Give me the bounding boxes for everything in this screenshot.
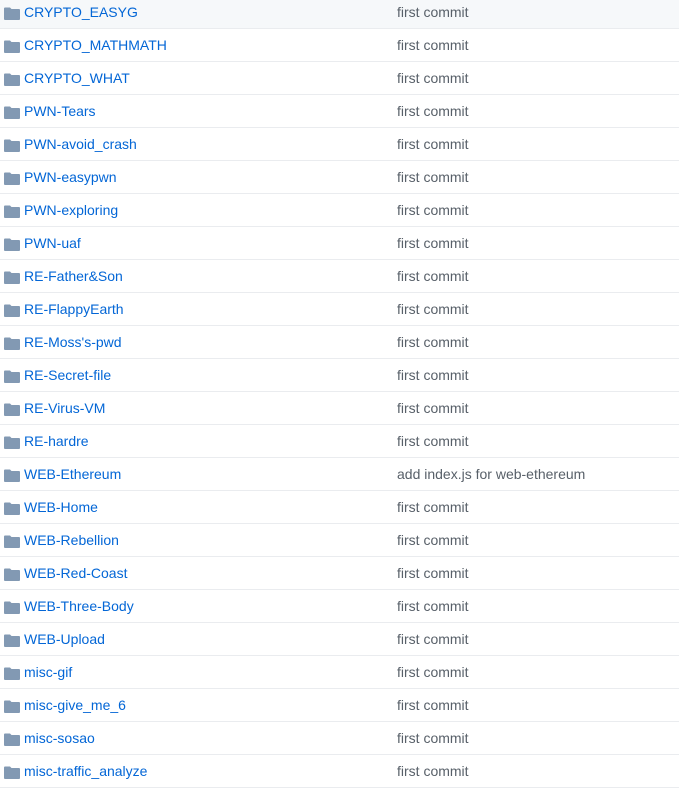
folder-icon — [4, 568, 20, 581]
folder-link[interactable]: WEB-Three-Body — [24, 598, 134, 614]
folder-link[interactable]: PWN-Tears — [24, 103, 96, 119]
file-row[interactable]: RE-hardre first commit — [0, 425, 679, 458]
folder-icon — [4, 370, 20, 383]
folder-link[interactable]: CRYPTO_WHAT — [24, 70, 130, 86]
folder-link[interactable]: misc-give_me_6 — [24, 697, 126, 713]
file-row[interactable]: WEB-Rebellion first commit — [0, 524, 679, 557]
commit-message-link[interactable]: first commit — [397, 334, 469, 350]
commit-message-link[interactable]: first commit — [397, 532, 469, 548]
folder-link[interactable]: WEB-Home — [24, 499, 98, 515]
folder-link[interactable]: PWN-avoid_crash — [24, 136, 137, 152]
folder-icon — [4, 766, 20, 779]
folder-icon — [4, 304, 20, 317]
commit-message-link[interactable]: first commit — [397, 631, 469, 647]
folder-link[interactable]: RE-Virus-VM — [24, 400, 105, 416]
file-row[interactable]: RE-Secret-file first commit — [0, 359, 679, 392]
folder-link[interactable]: misc-sosao — [24, 730, 95, 746]
file-row[interactable]: RE-Virus-VM first commit — [0, 392, 679, 425]
file-row[interactable]: RE-Moss's-pwd first commit — [0, 326, 679, 359]
commit-message-link[interactable]: first commit — [397, 202, 469, 218]
commit-message-link[interactable]: first commit — [397, 664, 469, 680]
folder-link[interactable]: WEB-Red-Coast — [24, 565, 127, 581]
file-row[interactable]: misc-traffic_analyze first commit — [0, 755, 679, 788]
commit-message-link[interactable]: first commit — [397, 400, 469, 416]
file-row[interactable]: PWN-uaf first commit — [0, 227, 679, 260]
commit-message-link[interactable]: first commit — [397, 235, 469, 251]
folder-link[interactable]: RE-Father&Son — [24, 268, 123, 284]
file-row[interactable]: PWN-Tears first commit — [0, 95, 679, 128]
commit-message-link[interactable]: first commit — [397, 37, 469, 53]
folder-icon — [4, 700, 20, 713]
folder-link[interactable]: WEB-Ethereum — [24, 466, 121, 482]
file-row[interactable]: CRYPTO_WHAT first commit — [0, 62, 679, 95]
folder-icon — [4, 535, 20, 548]
commit-message-link[interactable]: first commit — [397, 565, 469, 581]
commit-message-link[interactable]: first commit — [397, 301, 469, 317]
folder-icon — [4, 601, 20, 614]
folder-link[interactable]: CRYPTO_EASYG — [24, 4, 138, 20]
file-row[interactable]: PWN-avoid_crash first commit — [0, 128, 679, 161]
file-list: CRYPTO_EASYG first commit CRYPTO_MATHMAT… — [0, 0, 679, 788]
commit-message-link[interactable]: first commit — [397, 268, 469, 284]
file-row[interactable]: WEB-Red-Coast first commit — [0, 557, 679, 590]
folder-icon — [4, 271, 20, 284]
file-row[interactable]: misc-sosao first commit — [0, 722, 679, 755]
folder-link[interactable]: RE-hardre — [24, 433, 89, 449]
folder-link[interactable]: CRYPTO_MATHMATH — [24, 37, 167, 53]
folder-icon — [4, 436, 20, 449]
folder-icon — [4, 502, 20, 515]
commit-message-link[interactable]: first commit — [397, 4, 469, 20]
file-row[interactable]: misc-gif first commit — [0, 656, 679, 689]
folder-icon — [4, 667, 20, 680]
folder-icon — [4, 634, 20, 647]
folder-link[interactable]: RE-Moss's-pwd — [24, 334, 122, 350]
folder-link[interactable]: misc-gif — [24, 664, 72, 680]
folder-icon — [4, 172, 20, 185]
commit-message-link[interactable]: first commit — [397, 697, 469, 713]
file-row[interactable]: WEB-Three-Body first commit — [0, 590, 679, 623]
folder-link[interactable]: PWN-uaf — [24, 235, 81, 251]
commit-message-link[interactable]: first commit — [397, 598, 469, 614]
file-row[interactable]: WEB-Home first commit — [0, 491, 679, 524]
folder-icon — [4, 205, 20, 218]
folder-icon — [4, 403, 20, 416]
folder-icon — [4, 733, 20, 746]
commit-message-link[interactable]: first commit — [397, 70, 469, 86]
commit-message-link[interactable]: first commit — [397, 763, 469, 779]
folder-link[interactable]: WEB-Upload — [24, 631, 105, 647]
folder-link[interactable]: PWN-exploring — [24, 202, 118, 218]
file-row[interactable]: RE-Father&Son first commit — [0, 260, 679, 293]
file-row[interactable]: WEB-Ethereum add index.js for web-ethere… — [0, 458, 679, 491]
commit-message-link[interactable]: first commit — [397, 367, 469, 383]
folder-link[interactable]: misc-traffic_analyze — [24, 763, 147, 779]
folder-icon — [4, 73, 20, 86]
folder-icon — [4, 337, 20, 350]
folder-link[interactable]: PWN-easypwn — [24, 169, 117, 185]
folder-icon — [4, 238, 20, 251]
folder-link[interactable]: WEB-Rebellion — [24, 532, 119, 548]
file-row[interactable]: PWN-easypwn first commit — [0, 161, 679, 194]
folder-icon — [4, 7, 20, 20]
file-row[interactable]: CRYPTO_EASYG first commit — [0, 0, 679, 29]
commit-message-link[interactable]: first commit — [397, 433, 469, 449]
commit-message-link[interactable]: first commit — [397, 169, 469, 185]
file-row[interactable]: misc-give_me_6 first commit — [0, 689, 679, 722]
folder-link[interactable]: RE-Secret-file — [24, 367, 111, 383]
file-row[interactable]: WEB-Upload first commit — [0, 623, 679, 656]
commit-message-link[interactable]: first commit — [397, 499, 469, 515]
commit-message-link[interactable]: add index.js for web-ethereum — [397, 466, 585, 482]
file-row[interactable]: PWN-exploring first commit — [0, 194, 679, 227]
commit-message-link[interactable]: first commit — [397, 730, 469, 746]
file-row[interactable]: RE-FlappyEarth first commit — [0, 293, 679, 326]
folder-icon — [4, 139, 20, 152]
folder-icon — [4, 469, 20, 482]
folder-icon — [4, 40, 20, 53]
folder-link[interactable]: RE-FlappyEarth — [24, 301, 124, 317]
commit-message-link[interactable]: first commit — [397, 136, 469, 152]
folder-icon — [4, 106, 20, 119]
commit-message-link[interactable]: first commit — [397, 103, 469, 119]
file-row[interactable]: CRYPTO_MATHMATH first commit — [0, 29, 679, 62]
